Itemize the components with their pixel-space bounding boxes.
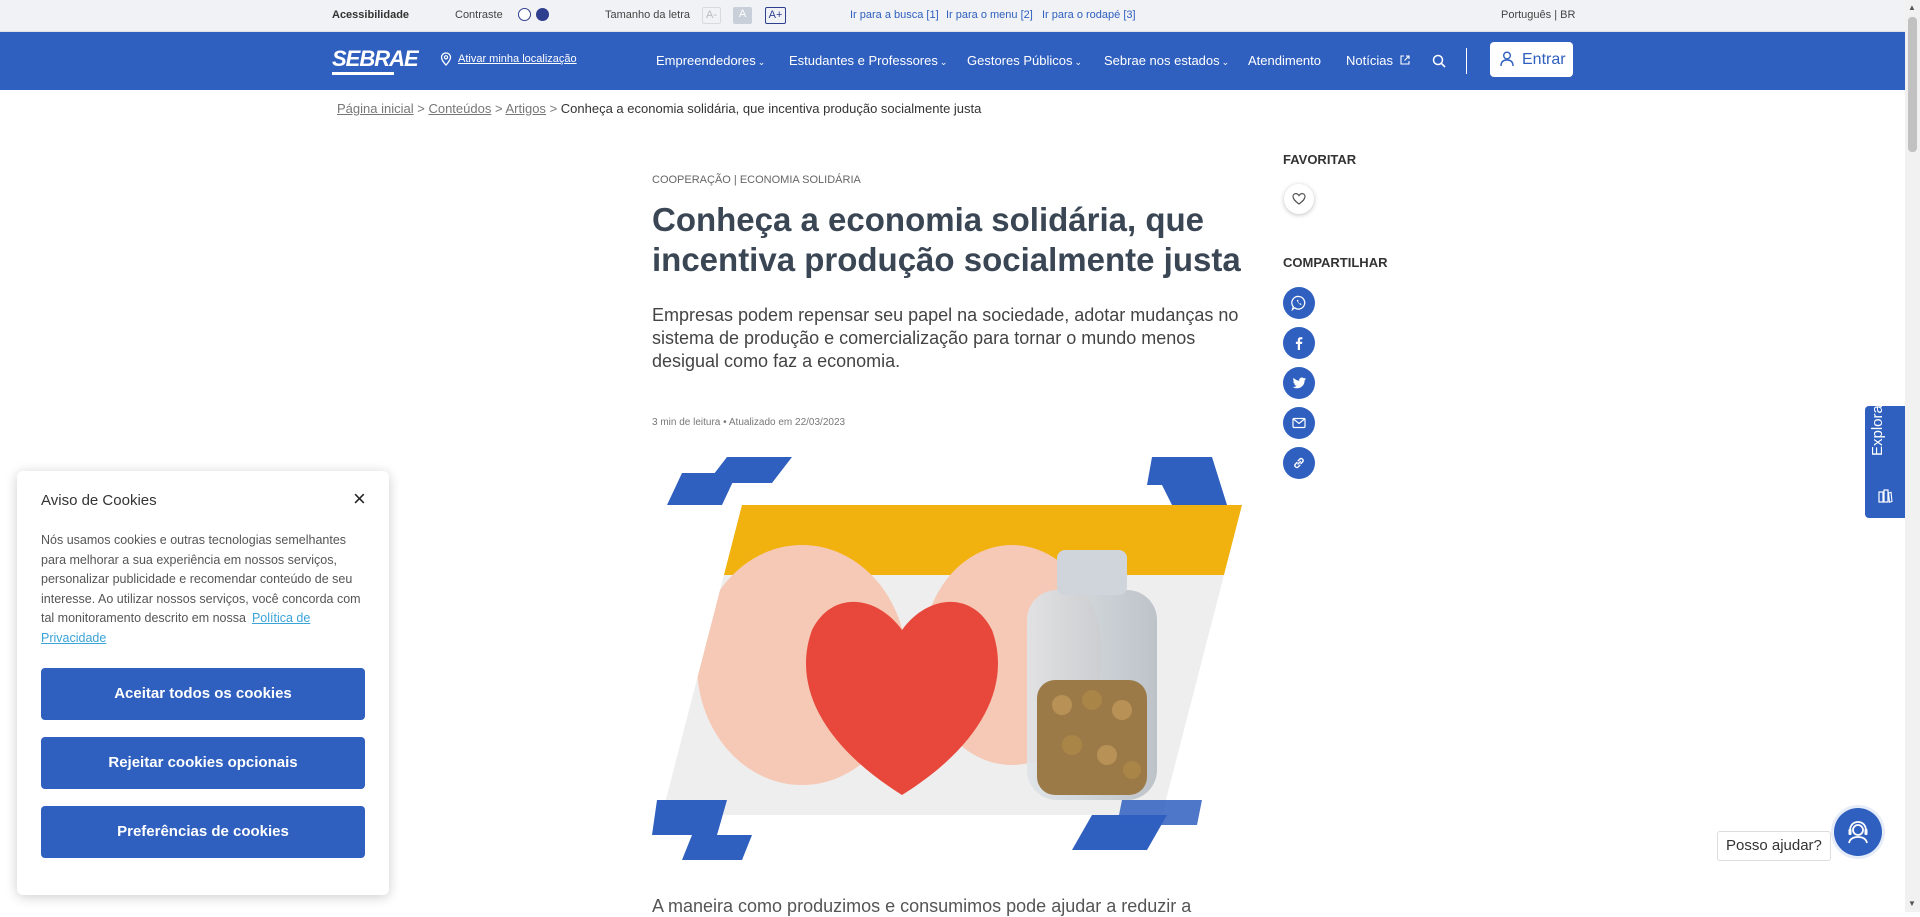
article-meta: 3 min de leitura • Atualizado em 22/03/2… — [652, 417, 846, 428]
header-divider — [1466, 48, 1467, 74]
skip-to-menu-link[interactable]: Ir para o menu [2] — [946, 9, 1033, 21]
share-twitter-button[interactable] — [1283, 367, 1315, 399]
email-icon — [1292, 417, 1306, 429]
breadcrumb-current: Conheça a economia solidária, que incent… — [560, 101, 982, 116]
language-selector[interactable]: Português | BR — [1501, 9, 1575, 21]
twitter-icon — [1292, 377, 1306, 389]
explorar-label: Explorar — [1869, 400, 1886, 456]
logo-underline — [332, 72, 394, 75]
nav-gestores-label: Gestores Públicos — [967, 53, 1073, 68]
chevron-down-icon: ⌄ — [757, 57, 766, 67]
share-label: COMPARTILHAR — [1283, 255, 1388, 270]
breadcrumb: Página inicial > Conteúdos > Artigos > C… — [337, 101, 981, 116]
external-link-icon — [1400, 55, 1410, 65]
nav-noticias[interactable]: Notícias — [1346, 53, 1410, 68]
login-button-label: Entrar — [1522, 51, 1566, 68]
facebook-icon — [1295, 337, 1303, 350]
chevron-down-icon: ⌄ — [1221, 57, 1230, 67]
breadcrumb-conteudos[interactable]: Conteúdos — [428, 101, 491, 116]
help-label[interactable]: Posso ajudar? — [1717, 831, 1831, 861]
scroll-thumb[interactable] — [1908, 17, 1917, 152]
copy-link-button[interactable] — [1283, 447, 1315, 479]
nav-estados-label: Sebrae nos estados — [1104, 53, 1220, 68]
nav-estudantes-professores[interactable]: Estudantes e Professores ⌄ — [789, 53, 947, 68]
cookie-preferences-button[interactable]: Preferências de cookies — [41, 806, 365, 858]
skip-to-search-link[interactable]: Ir para a busca [1] — [850, 9, 939, 21]
cookie-notice-dialog: Aviso de Cookies × Nós usamos cookies e … — [17, 471, 389, 895]
close-icon[interactable]: × — [353, 488, 366, 510]
search-icon[interactable] — [1432, 54, 1446, 68]
article-body-start: A maneira como produzimos e consumimos p… — [652, 896, 1192, 916]
cookie-notice-text: Nós usamos cookies e outras tecnologias … — [41, 531, 363, 648]
share-email-button[interactable] — [1283, 407, 1315, 439]
main-header: SEBRAE Ativar minha localização Empreend… — [0, 32, 1905, 90]
sebrae-logo[interactable]: SEBRAE — [332, 46, 419, 72]
favorite-label: FAVORITAR — [1283, 152, 1357, 167]
nav-atendimento[interactable]: Atendimento — [1248, 53, 1321, 68]
headset-agent-icon — [1848, 821, 1868, 844]
page-scrollbar[interactable]: ▲ ▼ — [1905, 0, 1920, 912]
chevron-down-icon: ⌄ — [939, 57, 948, 67]
nav-gestores-publicos[interactable]: Gestores Públicos ⌄ — [967, 53, 1082, 68]
article-hero-image — [652, 457, 1242, 860]
nav-empreendedores[interactable]: Empreendedores ⌄ — [656, 53, 765, 68]
nav-estudantes-label: Estudantes e Professores — [789, 53, 938, 68]
user-icon — [1500, 51, 1514, 67]
font-normal-button[interactable]: A — [733, 7, 752, 24]
location-link-label: Ativar minha localização — [458, 53, 577, 65]
article-title: Conheça a economia solidária, que incent… — [652, 201, 1241, 278]
help-chat-button[interactable] — [1834, 808, 1882, 856]
explorar-tab[interactable]: Explorar — [1865, 400, 1905, 518]
font-size-label: Tamanho da letra — [605, 9, 690, 21]
chevron-down-icon: ⌄ — [1074, 57, 1083, 67]
cookie-notice-body: Nós usamos cookies e outras tecnologias … — [41, 533, 361, 625]
nav-noticias-label: Notícias — [1346, 53, 1393, 68]
share-whatsapp-button[interactable] — [1283, 287, 1315, 319]
font-increase-button[interactable]: A+ — [765, 7, 786, 24]
breadcrumb-separator: > — [417, 101, 425, 116]
location-pin-icon — [440, 52, 452, 66]
heart-icon — [1292, 192, 1306, 205]
font-decrease-button[interactable]: A- — [702, 7, 721, 24]
link-icon — [1294, 457, 1304, 469]
scroll-up-arrow-icon[interactable]: ▲ — [1908, 3, 1916, 12]
article-subtitle: Empresas podem repensar seu papel na soc… — [652, 305, 1239, 371]
contrast-label: Contraste — [455, 9, 503, 21]
favorite-button[interactable] — [1284, 184, 1314, 214]
breadcrumb-separator: > — [549, 101, 558, 116]
explore-books-icon — [1878, 489, 1893, 503]
breadcrumb-separator: > — [494, 101, 503, 116]
contrast-dark-toggle[interactable] — [536, 8, 549, 21]
skip-to-footer-link[interactable]: Ir para o rodapé [3] — [1042, 9, 1136, 21]
scroll-down-arrow-icon[interactable]: ▼ — [1908, 899, 1916, 908]
nav-sebrae-estados[interactable]: Sebrae nos estados ⌄ — [1104, 53, 1229, 68]
breadcrumb-artigos[interactable]: Artigos — [505, 101, 545, 116]
nav-empreendedores-label: Empreendedores — [656, 53, 756, 68]
breadcrumb-home[interactable]: Página inicial — [337, 101, 414, 116]
reject-optional-cookies-button[interactable]: Rejeitar cookies opcionais — [41, 737, 365, 789]
login-button[interactable]: Entrar — [1490, 42, 1573, 77]
activate-location-link[interactable]: Ativar minha localização — [440, 52, 577, 66]
accept-all-cookies-button[interactable]: Aceitar todos os cookies — [41, 668, 365, 720]
share-facebook-button[interactable] — [1283, 327, 1315, 359]
article-category[interactable]: COOPERAÇÃO | ECONOMIA SOLIDÁRIA — [652, 174, 861, 186]
contrast-light-toggle[interactable] — [518, 8, 531, 21]
accessibility-link[interactable]: Acessibilidade — [332, 9, 409, 21]
whatsapp-icon — [1291, 295, 1306, 311]
accessibility-bar: Acessibilidade Contraste Tamanho da letr… — [0, 0, 1905, 32]
cookie-notice-title: Aviso de Cookies — [41, 492, 157, 509]
